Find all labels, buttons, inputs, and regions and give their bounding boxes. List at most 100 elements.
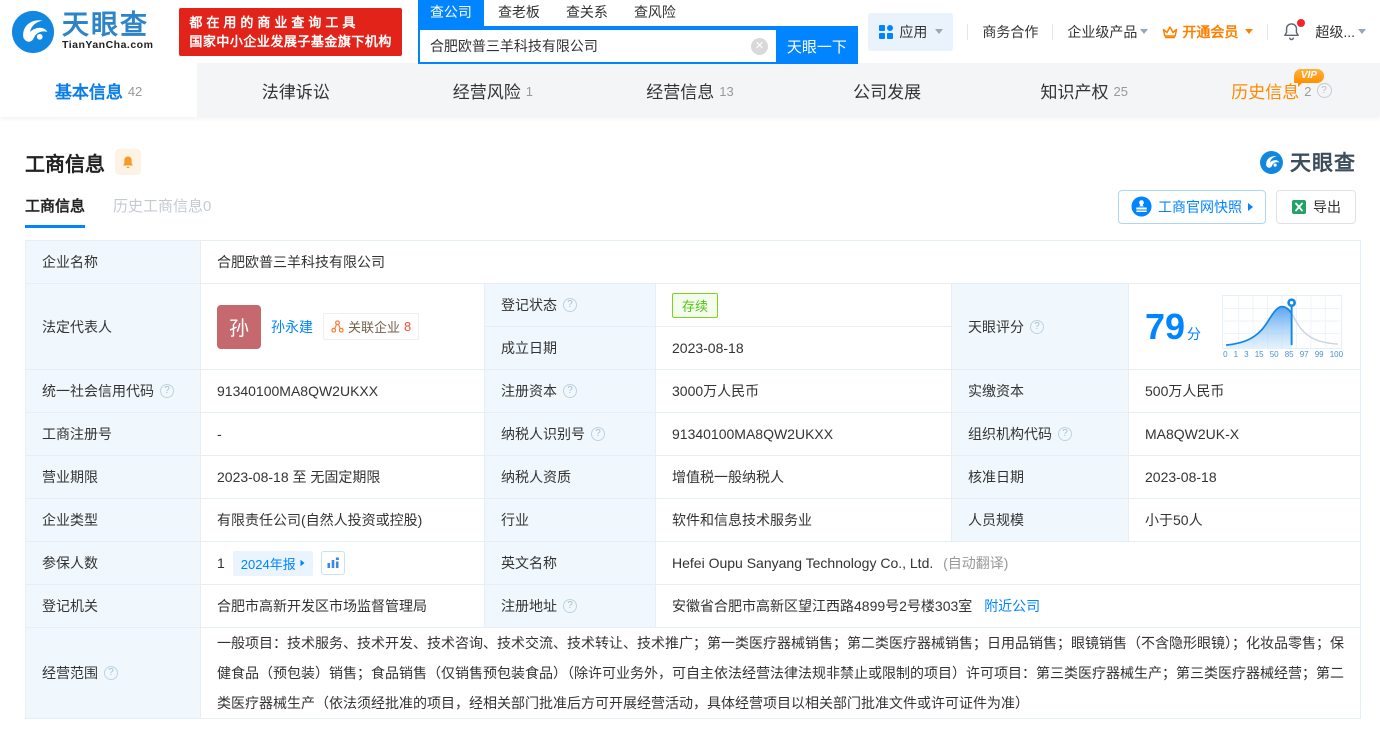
score-axis-ticks: 0131550859799100 [1222, 349, 1344, 359]
related-companies-badge[interactable]: 关联企业 8 [323, 313, 419, 340]
insured-trend-button[interactable] [321, 551, 345, 575]
table-row: 企业类型 有限责任公司(自然人投资或控股) 行业 软件和信息技术服务业 人员规模… [26, 499, 1361, 542]
tab-history-info[interactable]: 历史信息 2 ? VIP [1183, 63, 1380, 117]
org-code-label-cell: 组织机构代码? [952, 413, 1129, 456]
chevron-down-icon [935, 29, 943, 34]
help-icon[interactable]: ? [563, 298, 577, 312]
subtab-business-info[interactable]: 工商信息 [25, 195, 85, 228]
legal-rep-label: 法定代表人 [26, 284, 201, 370]
tab-company-development[interactable]: 公司发展 [789, 63, 986, 117]
section-title: 工商信息 [25, 148, 105, 177]
taxpayer-id-label: 纳税人识别号 [501, 424, 585, 444]
export-button[interactable]: 导出 [1276, 190, 1356, 224]
snapshot-label: 工商官网快照 [1158, 197, 1242, 217]
section-header: 工商信息 天眼查 [0, 117, 1380, 177]
business-info-table: 企业名称 合肥欧普三羊科技有限公司 法定代表人 孙 孙永建 关联企业 8 [25, 240, 1361, 719]
account-label: 超级... [1315, 22, 1355, 42]
table-row: 法定代表人 孙 孙永建 关联企业 8 登记状态? [26, 284, 1361, 327]
credit-code-label-cell: 统一社会信用代码? [26, 370, 201, 413]
enterprise-label: 企业级产品 [1067, 22, 1137, 42]
tab-count: 42 [128, 84, 142, 99]
clear-search-icon[interactable]: ✕ [751, 38, 768, 55]
score-value-wrap: 79分 [1145, 309, 1201, 345]
logo-title: 天眼查 [62, 12, 153, 39]
tab-operating-risk[interactable]: 经营风险 1 [394, 63, 591, 117]
annual-report-badge[interactable]: 2024年报 [233, 551, 313, 576]
org-code-value: MA8QW2UK-X [1129, 413, 1361, 456]
menu-cooperation[interactable]: 商务合作 [982, 22, 1038, 42]
tab-label: 基本信息 [55, 78, 123, 103]
relation-graph-icon [331, 320, 344, 333]
reg-authority-label: 登记机关 [26, 585, 201, 628]
excel-icon [1291, 199, 1307, 215]
vip-badge: VIP [1294, 69, 1324, 83]
search-tab-company[interactable]: 查公司 [418, 0, 484, 26]
help-icon[interactable]: ? [1030, 320, 1044, 334]
industry-value: 软件和信息技术服务业 [656, 499, 952, 542]
reg-capital-value: 3000万人民币 [656, 370, 952, 413]
tab-label: 法律诉讼 [262, 78, 330, 103]
help-icon[interactable]: ? [160, 384, 174, 398]
chevron-right-icon [300, 560, 304, 566]
tab-label: 知识产权 [1041, 78, 1109, 103]
help-icon[interactable]: ? [563, 384, 577, 398]
tab-count: 2 [1304, 84, 1311, 99]
table-row: 工商注册号 - 纳税人识别号? 91340100MA8QW2UKXX 组织机构代… [26, 413, 1361, 456]
subtab-history-business-info[interactable]: 历史工商信息0 [113, 195, 211, 228]
watermark-logo: 天眼查 [1259, 147, 1356, 177]
org-code-label: 组织机构代码 [968, 424, 1052, 444]
search-tab-relation[interactable]: 查关系 [554, 0, 620, 26]
legal-rep-link[interactable]: 孙永建 [271, 317, 313, 337]
reg-address-value: 安徽省合肥市高新区望江西路4899号2号楼303室 [672, 598, 972, 614]
avatar[interactable]: 孙 [217, 305, 261, 349]
tab-label: 历史信息 [1231, 78, 1299, 103]
english-name-label: 英文名称 [485, 542, 656, 585]
open-member-button[interactable]: 开通会员 [1162, 22, 1253, 42]
company-type-label: 企业类型 [26, 499, 201, 542]
score-label-cell: 天眼评分? [952, 284, 1129, 370]
top-header: 天眼查 TianYanCha.com 都在用的商业查询工具 国家中小企业发展子基… [0, 0, 1380, 63]
taxpayer-id-value: 91340100MA8QW2UKXX [656, 413, 952, 456]
staff-size-label: 人员规模 [952, 499, 1129, 542]
company-type-value: 有限责任公司(自然人投资或控股) [201, 499, 485, 542]
status-badge: 存续 [672, 293, 718, 318]
nearby-companies-link[interactable]: 附近公司 [984, 598, 1040, 614]
tianyancha-logo[interactable]: 天眼查 TianYanCha.com [10, 9, 153, 55]
apps-menu[interactable]: 应用 [868, 13, 953, 51]
help-icon[interactable]: ? [1317, 83, 1332, 98]
reg-address-label-cell: 注册地址? [485, 585, 656, 628]
notification-dot [1297, 19, 1305, 27]
tab-count: 25 [1114, 84, 1128, 99]
help-icon[interactable]: ? [1058, 427, 1072, 441]
table-row: 登记机关 合肥市高新开发区市场监督管理局 注册地址? 安徽省合肥市高新区望江西路… [26, 585, 1361, 628]
legal-rep-cell: 孙 孙永建 关联企业 8 [201, 284, 485, 370]
subscribe-bell-button[interactable] [115, 149, 141, 175]
grid-apps-icon [878, 24, 894, 40]
score-label: 天眼评分 [968, 317, 1024, 337]
tab-label: 经营风险 [453, 78, 521, 103]
search-input[interactable] [418, 28, 776, 64]
tab-basic-info[interactable]: 基本信息 42 [0, 63, 197, 117]
taxpayer-quality-value: 增值税一般纳税人 [656, 456, 952, 499]
tab-intellectual-property[interactable]: 知识产权 25 [986, 63, 1183, 117]
reg-status-label: 登记状态 [501, 295, 557, 315]
official-snapshot-button[interactable]: 工商官网快照 [1118, 190, 1266, 224]
related-label: 关联企业 [348, 317, 400, 336]
account-menu[interactable]: 超级... [1315, 22, 1366, 42]
logo-subtitle: TianYanCha.com [62, 39, 153, 51]
score-distribution-chart: 0131550859799100 [1222, 295, 1344, 359]
tab-operating-info[interactable]: 经营信息 13 [591, 63, 788, 117]
tab-legal-proceedings[interactable]: 法律诉讼 [197, 63, 394, 117]
notification-bell[interactable] [1282, 22, 1301, 41]
help-icon[interactable]: ? [563, 599, 577, 613]
reg-capital-label: 注册资本 [501, 381, 557, 401]
taxpayer-id-label-cell: 纳税人识别号? [485, 413, 656, 456]
search-tab-boss[interactable]: 查老板 [486, 0, 552, 26]
staff-size-value: 小于50人 [1129, 499, 1361, 542]
help-icon[interactable]: ? [591, 427, 605, 441]
industry-label: 行业 [485, 499, 656, 542]
menu-enterprise[interactable]: 企业级产品 [1067, 22, 1148, 42]
search-button[interactable]: 天眼一下 [776, 28, 858, 64]
search-tab-risk[interactable]: 查风险 [622, 0, 688, 26]
help-icon[interactable]: ? [104, 666, 118, 680]
